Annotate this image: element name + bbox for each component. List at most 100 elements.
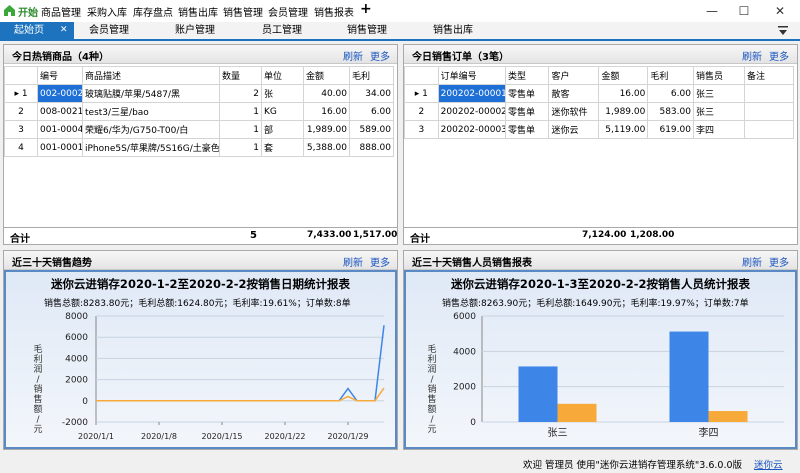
tab-bar: 起始页 ✕ 会员管理 账户管理 员工管理 销售管理 销售出库 [0,22,800,41]
cell-qty[interactable]: 2 [219,84,262,103]
col-header[interactable]: 类型 [505,66,550,85]
more-link[interactable]: 更多 [370,254,390,269]
col-header[interactable]: 备注 [744,66,794,85]
refresh-link[interactable]: 刷新 [343,254,363,269]
col-header[interactable]: 毛利 [647,66,694,85]
cell-customer[interactable]: 迷你云 [548,120,600,139]
cell-unit[interactable]: 张 [261,84,304,103]
cell-no[interactable]: 002-0002 [37,84,83,103]
cell-type[interactable]: 零售单 [505,102,550,121]
tab-accounts[interactable]: 账户管理 [160,22,230,39]
more-link[interactable]: 更多 [370,48,390,63]
cell-note[interactable] [744,102,794,121]
table-row[interactable]: 2 200202-00002 零售单 迷你软件 1,989.00 583.00 … [404,102,794,121]
cell-seller[interactable]: 张三 [692,102,746,121]
y-axis-label-char: 毛 [33,343,42,355]
tab-sales-mgmt[interactable]: 销售管理 [332,22,402,39]
tab-close-icon[interactable]: ✕ [60,22,68,39]
cell-no[interactable]: 008-0021 [37,102,83,121]
tab-sales-out[interactable]: 销售出库 [418,22,488,39]
cell-profit[interactable]: 34.00 [349,84,394,103]
cell-unit[interactable]: 套 [261,138,304,157]
cell-amount[interactable]: 1,989.00 [598,102,649,121]
table-row[interactable]: 2 008-0021 test3/三星/bao 1 KG 16.00 6.00 [4,102,394,121]
col-header[interactable]: 数量 [219,66,262,85]
cell-amount[interactable]: 5,119.00 [598,120,649,139]
row-number: 3 [404,120,439,139]
cell-order-no[interactable]: 200202-00003 [437,120,507,139]
panel-title: 近三十天销售人员销售报表 [412,258,532,269]
menu-members[interactable]: 会员管理 [268,4,308,19]
col-header[interactable]: 毛利 [349,66,394,85]
menu-reports[interactable]: 销售报表 [314,4,354,19]
menu-inventory[interactable]: 库存盘点 [133,4,173,19]
menu-goods[interactable]: 商品管理 [41,4,81,19]
col-header[interactable]: 金额 [598,66,649,85]
cell-profit[interactable]: 619.00 [647,120,694,139]
minimize-icon[interactable]: — [697,2,727,20]
cell-unit[interactable]: KG [261,102,304,121]
table-row[interactable]: ▸ 1 200202-00001 零售单 散客 16.00 6.00 张三 [404,84,794,103]
menu-outbound[interactable]: 销售出库 [178,4,218,19]
cell-seller[interactable]: 张三 [692,84,746,103]
cell-amount[interactable]: 1,989.00 [303,120,350,139]
cell-note[interactable] [744,84,794,103]
col-header[interactable]: 单位 [261,66,304,85]
more-link[interactable]: 更多 [769,48,789,63]
col-header[interactable]: 商品描述 [82,66,220,85]
menu-sales[interactable]: 销售管理 [223,4,263,19]
table-row[interactable]: 4 001-0001 iPhone5S/苹果牌/5S16G/土豪色 1 套 5,… [4,138,394,157]
add-menu-button[interactable]: + [360,1,372,17]
cell-desc[interactable]: 玻璃贴膜/苹果/5487/黑 [82,84,220,103]
table-row[interactable]: 3 200202-00003 零售单 迷你云 5,119.00 619.00 李… [404,120,794,139]
cell-profit[interactable]: 589.00 [349,120,394,139]
refresh-link[interactable]: 刷新 [742,254,762,269]
cell-qty[interactable]: 1 [219,102,262,121]
col-header[interactable]: 销售员 [692,66,746,85]
cell-amount[interactable]: 16.00 [303,102,350,121]
more-link[interactable]: 更多 [769,254,789,269]
cell-no[interactable]: 001-0001 [37,138,83,157]
start-button[interactable]: 开始 [0,0,38,22]
cell-seller[interactable]: 李四 [692,120,746,139]
col-header[interactable]: 订单编号 [437,66,507,85]
cell-customer[interactable]: 迷你软件 [548,102,600,121]
cell-type[interactable]: 零售单 [505,120,550,139]
cell-desc[interactable]: test3/三星/bao [82,102,220,121]
cell-note[interactable] [744,120,794,139]
cell-desc[interactable]: iPhone5S/苹果牌/5S16G/土豪色 [82,138,220,157]
col-header[interactable]: 编号 [37,66,83,85]
table-row[interactable]: ▸ 1 002-0002 玻璃贴膜/苹果/5487/黑 2 张 40.00 34… [4,84,394,103]
cell-amount[interactable]: 16.00 [598,84,649,103]
cell-order-no[interactable]: 200202-00002 [437,102,507,121]
bar-sales [518,366,558,422]
cell-desc[interactable]: 荣耀6/华为/G750-T00/白 [82,120,220,139]
cell-amount[interactable]: 40.00 [303,84,350,103]
cell-no[interactable]: 001-0004 [37,120,83,139]
y-axis-label-char: / [36,375,40,385]
menu-purchase[interactable]: 采购入库 [87,4,127,19]
cell-profit[interactable]: 888.00 [349,138,394,157]
col-header[interactable]: 客户 [548,66,600,85]
tab-members[interactable]: 会员管理 [74,22,144,39]
cell-profit[interactable]: 6.00 [349,102,394,121]
tab-start-page[interactable]: 起始页 ✕ [0,22,74,39]
table-row[interactable]: 3 001-0004 荣耀6/华为/G750-T00/白 1 部 1,989.0… [4,120,394,139]
cell-profit[interactable]: 6.00 [647,84,694,103]
dropdown-icon[interactable] [776,25,790,37]
close-icon[interactable]: ✕ [765,2,795,20]
cell-unit[interactable]: 部 [261,120,304,139]
refresh-link[interactable]: 刷新 [343,48,363,63]
cell-profit[interactable]: 583.00 [647,102,694,121]
cell-customer[interactable]: 散客 [548,84,600,103]
cell-type[interactable]: 零售单 [505,84,550,103]
cell-order-no[interactable]: 200202-00001 [437,84,507,103]
maximize-icon[interactable]: ☐ [729,2,759,20]
cell-qty[interactable]: 1 [219,120,262,139]
col-header[interactable]: 金额 [303,66,350,85]
refresh-link[interactable]: 刷新 [742,48,762,63]
tab-employees[interactable]: 员工管理 [247,22,317,39]
status-link[interactable]: 迷你云 [754,457,783,471]
cell-amount[interactable]: 5,388.00 [303,138,350,157]
cell-qty[interactable]: 1 [219,138,262,157]
